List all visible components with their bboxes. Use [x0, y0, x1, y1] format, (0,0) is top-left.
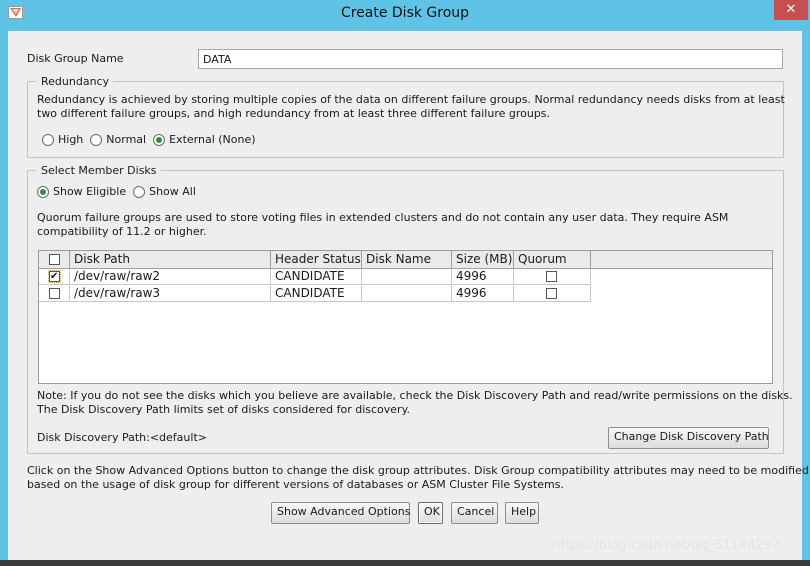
disk-name-cell[interactable] [362, 286, 452, 302]
discovery-note-line2: The Disk Discovery Path limits set of di… [37, 403, 411, 416]
title-bar[interactable]: Create Disk Group ✕ [0, 0, 810, 27]
header-size-mb[interactable]: Size (MB) [452, 251, 514, 269]
radio-normal[interactable]: Normal [90, 133, 146, 146]
quorum-cell[interactable] [514, 269, 591, 285]
radio-external-indicator[interactable] [153, 133, 166, 146]
close-icon: ✕ [785, 2, 797, 17]
quorum-checkbox[interactable] [546, 271, 557, 282]
header-disk-path[interactable]: Disk Path [70, 251, 271, 269]
quorum-cell[interactable] [514, 286, 591, 302]
size-cell: 4996 [452, 269, 514, 285]
member-disks-legend: Select Member Disks [41, 164, 157, 177]
dialog-window: Create Disk Group ✕ Disk Group Name Redu… [0, 0, 810, 560]
redundancy-description-line1: Redundancy is achieved by storing multip… [37, 93, 785, 106]
redundancy-description-line2: two different failure groups, and high r… [37, 107, 551, 120]
disk-table[interactable]: Disk Path Header Status Disk Name Size (… [38, 250, 773, 384]
row-select-checkbox[interactable] [48, 269, 61, 284]
close-button[interactable]: ✕ [774, 0, 808, 20]
dialog-body: Disk Group Name Redundancy Redundancy is… [8, 31, 809, 560]
row-select-cell[interactable] [39, 286, 70, 302]
header-select-all[interactable] [39, 251, 70, 269]
quorum-note-line2: compatibility of 11.2 or higher. [37, 225, 207, 238]
window-title: Create Disk Group [340, 5, 470, 21]
radio-external[interactable]: External (None) [153, 133, 256, 146]
header-disk-name[interactable]: Disk Name [362, 251, 452, 269]
radio-show-all-indicator[interactable] [133, 185, 146, 198]
disk-group-name-input[interactable] [198, 49, 783, 69]
advanced-note-line1: Click on the Show Advanced Options butto… [27, 464, 809, 477]
disk-name-cell[interactable] [362, 269, 452, 285]
advanced-note-line2: based on the usage of disk group for dif… [27, 478, 564, 491]
radio-show-eligible-label: Show Eligible [53, 185, 127, 198]
row-select-cell[interactable] [39, 269, 70, 285]
header-quorum[interactable]: Quorum [514, 251, 591, 269]
radio-normal-label: Normal [106, 133, 147, 146]
table-row[interactable]: /dev/raw/raw3 CANDIDATE 4996 [39, 286, 591, 302]
discovery-path-label: Disk Discovery Path:<default> [37, 431, 207, 444]
table-header: Disk Path Header Status Disk Name Size (… [39, 251, 772, 269]
ok-button[interactable]: OK [418, 502, 443, 524]
disk-group-name-label: Disk Group Name [27, 52, 124, 65]
header-status-cell: CANDIDATE [271, 269, 362, 285]
size-cell: 4996 [452, 286, 514, 302]
radio-high[interactable]: High [42, 133, 83, 146]
radio-external-label: External (None) [169, 133, 256, 146]
show-advanced-options-button[interactable]: Show Advanced Options [271, 502, 410, 524]
header-status-cell: CANDIDATE [271, 286, 362, 302]
discovery-note-line1: Note: If you do not see the disks which … [37, 389, 793, 402]
change-discovery-path-button[interactable]: Change Disk Discovery Path [608, 427, 769, 449]
redundancy-legend: Redundancy [41, 75, 110, 88]
radio-show-eligible[interactable]: Show Eligible [37, 185, 126, 198]
radio-high-indicator[interactable] [42, 133, 54, 146]
radio-show-all-label: Show All [149, 185, 196, 198]
disk-filter-options: Show Eligible Show All [37, 185, 203, 198]
header-header-status[interactable]: Header Status [271, 251, 362, 269]
quorum-note-line1: Quorum failure groups are used to store … [37, 211, 729, 224]
disk-path-cell: /dev/raw/raw2 [70, 269, 271, 285]
radio-show-eligible-indicator[interactable] [37, 185, 49, 198]
taskbar-strip [0, 560, 810, 566]
redundancy-options: High Normal External (None) [42, 133, 263, 146]
table-row[interactable]: /dev/raw/raw2 CANDIDATE 4996 [39, 269, 591, 285]
select-all-checkbox[interactable] [49, 254, 60, 265]
radio-show-all[interactable]: Show All [133, 185, 196, 198]
radio-normal-indicator[interactable] [90, 133, 103, 146]
help-button[interactable]: Help [505, 502, 539, 524]
cancel-button[interactable]: Cancel [451, 502, 498, 524]
disk-path-cell: /dev/raw/raw3 [70, 286, 271, 302]
row-select-checkbox[interactable] [49, 288, 60, 299]
watermark-text: https://blog.csdn.net/qq_31144297 [552, 538, 781, 553]
quorum-checkbox[interactable] [546, 288, 557, 299]
radio-high-label: High [58, 133, 84, 146]
